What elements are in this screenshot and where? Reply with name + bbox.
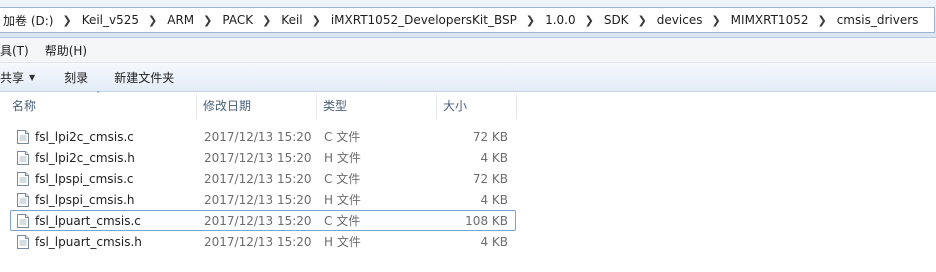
column-header-type[interactable]: 类型 [317,94,437,119]
file-size: 72 KB [472,172,508,186]
column-header-size-label: 大小 [443,99,468,113]
column-header-date[interactable]: 修改日期 [197,94,317,119]
breadcrumb-sdk[interactable]: SDK [601,13,633,27]
chevron-down-icon: ▼ [29,72,36,82]
column-header-type-label: 类型 [323,99,348,113]
menu-bar: 具(T) 帮助(H) [0,38,936,63]
file-name: fsl_lpi2c_cmsis.h [35,151,135,165]
file-list: fsl_lpi2c_cmsis.c 2017/12/13 15:20 C 文件 … [10,126,516,252]
file-date: 2017/12/13 15:20 [204,214,312,228]
file-row[interactable]: fsl_lpi2c_cmsis.h 2017/12/13 15:20 H 文件 … [10,147,516,168]
file-name: fsl_lpuart_cmsis.c [35,214,141,228]
file-size: 4 KB [480,235,508,249]
file-row[interactable]: fsl_lpuart_cmsis.h 2017/12/13 15:20 H 文件… [10,231,516,252]
menu-tools[interactable]: 具(T) [0,42,37,59]
breadcrumb-arm[interactable]: ARM [164,13,198,27]
file-row[interactable]: fsl_lpspi_cmsis.h 2017/12/13 15:20 H 文件 … [10,189,516,210]
file-date: 2017/12/13 15:20 [204,151,312,165]
breadcrumb-separator-icon[interactable]: ❯ [706,14,727,27]
breadcrumb-version[interactable]: 1.0.0 [542,13,580,27]
column-header-row: ˄ 名称 修改日期 类型 大小 [0,91,520,119]
file-type: H 文件 [324,193,361,207]
column-header-name-label: 名称 [12,99,37,113]
breadcrumb-separator-icon[interactable]: ❯ [198,14,219,27]
breadcrumb-separator-icon[interactable]: ❯ [307,14,328,27]
address-bar[interactable]: 加卷 (D:) ❯ Keil_v525 ❯ ARM ❯ PACK ❯ Keil ❯ iMX… [0,7,935,33]
address-bar-area: 加卷 (D:) ❯ Keil_v525 ❯ ARM ❯ PACK ❯ Keil ❯ iMX… [0,0,936,38]
breadcrumb-mimxrt1052[interactable]: MIMXRT1052 [728,13,813,27]
breadcrumb-separator-icon[interactable]: ❯ [57,14,78,27]
breadcrumb-pack[interactable]: PACK [219,13,257,27]
breadcrumb-separator-icon[interactable]: ❯ [633,14,654,27]
file-size: 4 KB [480,193,508,207]
breadcrumb-separator-icon[interactable]: ❯ [257,14,278,27]
breadcrumb-devices[interactable]: devices [654,13,707,27]
command-toolbar: 共享 ▼ 刻录 新建文件夹 [0,63,936,92]
menu-help[interactable]: 帮助(H) [45,42,95,59]
file-size: 108 KB [465,214,508,228]
new-folder-button[interactable]: 新建文件夹 [114,69,188,86]
file-name: fsl_lpuart_cmsis.h [35,235,142,249]
breadcrumb-keil[interactable]: Keil [278,13,306,27]
file-date: 2017/12/13 15:20 [204,172,312,186]
share-label: 共享 [0,70,25,85]
document-file-icon [17,214,29,228]
document-file-icon [17,235,29,249]
file-type: H 文件 [324,151,361,165]
file-type: C 文件 [324,172,361,186]
file-row[interactable]: fsl_lpspi_cmsis.c 2017/12/13 15:20 C 文件 … [10,168,516,189]
share-button[interactable]: 共享 ▼ [0,69,49,86]
file-name: fsl_lpspi_cmsis.c [35,172,134,186]
file-date: 2017/12/13 15:20 [204,235,312,249]
file-size: 4 KB [480,151,508,165]
column-header-name[interactable]: 名称 [6,94,197,119]
file-type: C 文件 [324,130,361,144]
file-type: H 文件 [324,235,361,249]
breadcrumb-separator-icon[interactable]: ❯ [521,14,542,27]
file-name: fsl_lpspi_cmsis.h [35,193,135,207]
document-file-icon [17,172,29,186]
column-header-date-label: 修改日期 [203,99,252,113]
column-header-size[interactable]: 大小 [437,94,517,119]
document-file-icon [17,130,29,144]
file-row-focused[interactable]: fsl_lpuart_cmsis.c 2017/12/13 15:20 C 文件… [10,210,516,231]
file-date: 2017/12/13 15:20 [204,130,312,144]
breadcrumb-separator-icon[interactable]: ❯ [580,14,601,27]
breadcrumb-cmsis-drivers[interactable]: cmsis_drivers [834,13,923,27]
burn-button[interactable]: 刻录 [64,69,102,86]
file-row[interactable]: fsl_lpi2c_cmsis.c 2017/12/13 15:20 C 文件 … [10,126,516,147]
breadcrumb-keil-v525[interactable]: Keil_v525 [79,13,143,27]
file-type: C 文件 [324,214,361,228]
file-size: 72 KB [472,130,508,144]
file-date: 2017/12/13 15:20 [204,193,312,207]
breadcrumb-separator-icon[interactable]: ❯ [812,14,833,27]
breadcrumb-bsp[interactable]: iMXRT1052_DevelopersKit_BSP [328,13,521,27]
file-name: fsl_lpi2c_cmsis.c [35,130,134,144]
breadcrumb-drive[interactable]: 加卷 (D:) [0,12,57,29]
breadcrumb-separator-icon[interactable]: ❯ [143,14,164,27]
document-file-icon [17,151,29,165]
document-file-icon [17,193,29,207]
